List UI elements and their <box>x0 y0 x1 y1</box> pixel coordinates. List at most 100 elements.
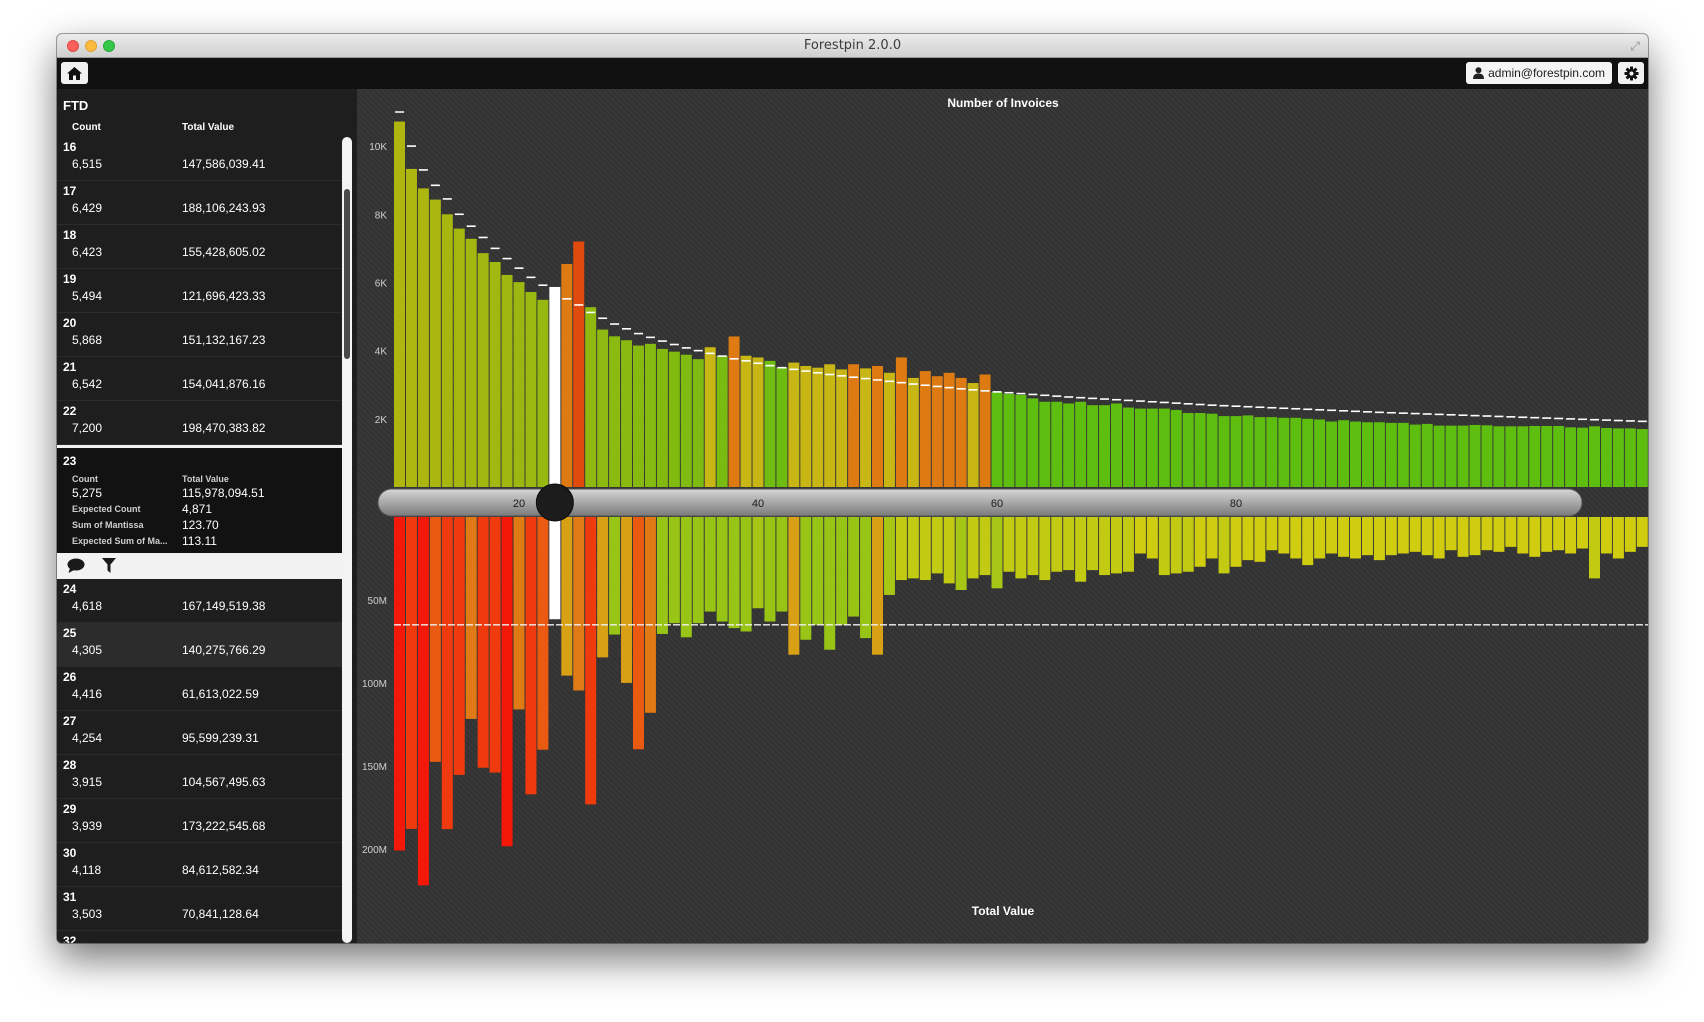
row-count: 7,200 <box>72 421 103 435</box>
comment-icon[interactable] <box>67 558 85 573</box>
count-bar <box>1409 424 1421 487</box>
value-bar <box>1553 517 1565 551</box>
list-item[interactable]: 18 6,423 155,428,605.02 <box>57 225 345 269</box>
value-bar <box>907 517 919 579</box>
list-item[interactable]: 26 4,416 61,613,022.59 <box>57 667 345 711</box>
value-bar <box>800 517 812 640</box>
list-item[interactable]: 20 5,868 151,132,167.23 <box>57 313 345 357</box>
list-item[interactable]: 16 6,515 147,586,039.41 <box>57 137 345 181</box>
value-bar <box>1158 517 1170 576</box>
list-item[interactable]: 29 3,939 173,222,545.68 <box>57 799 345 843</box>
home-button[interactable] <box>61 62 88 84</box>
selected-row[interactable]: 23 Count Total Value 5,275 115,978,094.5… <box>57 445 345 553</box>
count-bar <box>740 355 752 487</box>
count-bar <box>764 360 776 487</box>
row-count: 6,423 <box>72 245 103 259</box>
value-bar <box>860 517 872 639</box>
count-bar <box>1146 408 1158 487</box>
sidebar-scrollbar[interactable] <box>342 137 352 943</box>
row-key: 18 <box>63 228 77 242</box>
list-item[interactable]: 28 3,915 104,567,495.63 <box>57 755 345 799</box>
value-bar <box>1266 517 1278 551</box>
count-bar <box>800 365 812 487</box>
row-key: 32 <box>63 934 77 943</box>
count-bar <box>1206 413 1218 487</box>
count-bar <box>1541 425 1553 487</box>
value-bar <box>1624 517 1636 552</box>
filter-icon[interactable] <box>102 558 116 573</box>
count-bar <box>860 368 872 487</box>
value-bar <box>1338 517 1350 557</box>
slider-handle[interactable] <box>535 483 574 522</box>
count-bar <box>1122 407 1134 487</box>
value-bar <box>549 517 561 620</box>
count-bar <box>513 282 525 487</box>
count-bar <box>1194 413 1206 487</box>
column-header-total[interactable]: Total Value <box>182 122 234 133</box>
count-bar <box>991 392 1003 487</box>
scrollbar-thumb[interactable] <box>344 189 350 359</box>
list-item[interactable]: 21 6,542 154,041,876.16 <box>57 357 345 401</box>
value-bar <box>441 517 453 830</box>
list-item[interactable]: 22 7,200 198,470,383.82 <box>57 401 345 445</box>
value-bar <box>573 517 585 691</box>
row-count: 5,868 <box>72 333 103 347</box>
count-bar <box>1302 418 1314 487</box>
settings-button[interactable] <box>1618 62 1644 84</box>
list-item[interactable]: 17 6,429 188,106,243.93 <box>57 181 345 225</box>
title-bar: Forestpin 2.0.0 ⤢ <box>57 34 1648 58</box>
list-item[interactable]: 27 4,254 95,599,239.31 <box>57 711 345 755</box>
value-bar <box>394 517 405 851</box>
value-bar <box>585 517 597 805</box>
value-bar <box>776 517 788 612</box>
value-bar <box>848 517 860 617</box>
row-count: 6,515 <box>72 157 103 171</box>
bottom-y-tick-label: 50M <box>368 596 387 607</box>
value-bar <box>1397 517 1409 554</box>
value-bar <box>728 517 740 629</box>
value-bar <box>824 517 836 650</box>
count-bar <box>919 371 931 487</box>
user-menu-button[interactable]: admin@forestpin.com <box>1466 62 1612 84</box>
list-item[interactable]: 31 3,503 70,841,128.64 <box>57 887 345 931</box>
list-item[interactable]: 19 5,494 121,696,423.33 <box>57 269 345 313</box>
value-bar <box>967 517 979 579</box>
list-item[interactable]: 30 4,118 84,612,582.34 <box>57 843 345 887</box>
value-bar <box>1075 517 1087 582</box>
fullscreen-icon[interactable]: ⤢ <box>1628 39 1642 53</box>
count-bar <box>394 121 405 487</box>
column-header-count[interactable]: Count <box>72 122 101 133</box>
digit-slider[interactable]: 20 40 60 80 <box>377 483 1583 522</box>
list-item[interactable]: 24 4,618 167,149,519.38 <box>57 579 345 623</box>
row-count: 6,542 <box>72 377 103 391</box>
value-bar <box>1134 517 1146 554</box>
value-bar <box>525 517 537 795</box>
count-bar <box>1385 422 1397 487</box>
expected-sum-label: Expected Sum of Ma... <box>72 536 168 546</box>
count-bar <box>824 364 836 487</box>
value-bar <box>537 517 549 750</box>
row-count: 4,618 <box>72 599 103 613</box>
expected-count-label: Expected Count <box>72 504 141 514</box>
count-bar <box>1469 424 1481 487</box>
value-bar <box>1577 517 1589 549</box>
value-bar <box>1027 517 1039 576</box>
count-bar <box>1612 428 1624 487</box>
count-bar <box>1230 416 1242 487</box>
count-bar <box>1027 398 1039 487</box>
row-key: 21 <box>63 360 77 374</box>
value-bar <box>836 517 848 625</box>
value-bar <box>1242 517 1254 561</box>
list-item[interactable]: 25 4,305 140,275,766.29 <box>57 623 345 667</box>
count-bar <box>1099 405 1111 487</box>
list-item[interactable]: 32 <box>57 931 345 943</box>
count-bar <box>668 351 680 487</box>
count-bar <box>573 241 585 487</box>
value-bar <box>1099 517 1111 576</box>
row-count: 6,429 <box>72 201 103 215</box>
value-bar <box>1039 517 1051 581</box>
selected-key: 23 <box>63 454 77 468</box>
slider-tick-label: 40 <box>752 498 764 510</box>
count-bar <box>1266 417 1278 487</box>
value-bar <box>1170 517 1182 574</box>
